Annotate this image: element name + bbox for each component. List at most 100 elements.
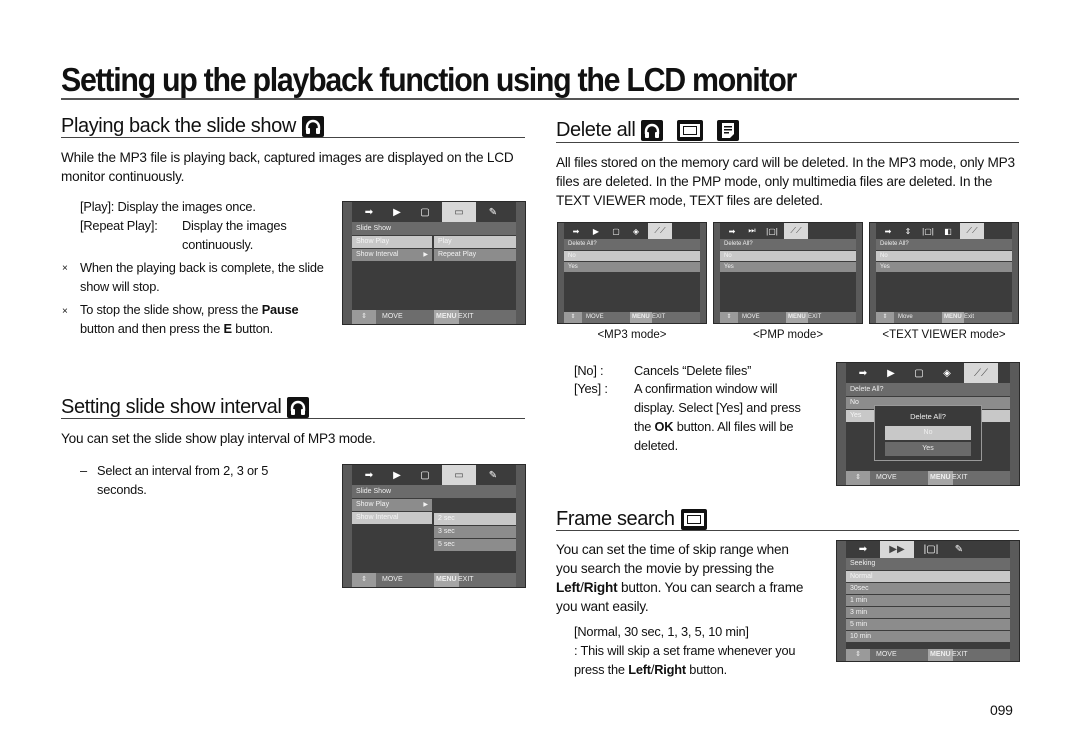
caption-pmp-mode: <PMP mode> — [752, 329, 824, 341]
exit-label: EXIT — [652, 314, 666, 320]
menu-label: MENU — [630, 312, 652, 323]
move-label: MOVE — [586, 314, 604, 320]
play-mode-icon: ▶ — [393, 469, 401, 481]
play-mode-icon: ▶ — [393, 206, 401, 218]
page-title: Setting up the playback function using t… — [61, 61, 797, 98]
no-label: [No] : — [574, 363, 604, 378]
left-button-label: Left — [628, 662, 651, 677]
effect-icon: ◈ — [943, 367, 951, 379]
note-playback-complete: When the playing back is complete, the s… — [80, 260, 324, 294]
lcd-option: 10 min — [846, 631, 1010, 642]
frame-search-intro-2: you search the movie by pressing the — [556, 561, 774, 576]
frame-search-intro-1: You can set the time of skip range when — [556, 542, 789, 557]
lcd-tab-bar: ➡ ⏭ |▢| ⟋⟋ — [720, 223, 856, 239]
move-label: MOVE — [382, 313, 403, 320]
dialog-yes-button[interactable]: Yes — [885, 442, 971, 456]
e-button-label: E — [223, 321, 233, 336]
dialog-no-button[interactable]: No — [885, 426, 971, 440]
lcd-delete-text-viewer: ➡ ⇕ |▢| ◧ ⟋⟋ Delete All? No Yes ⇕ Move M… — [869, 222, 1019, 324]
interval-intro: You can set the slide show play interval… — [61, 431, 376, 446]
slideshow-icon: ▭ — [442, 202, 476, 222]
lcd-menu-item: Show Play ▶ — [352, 499, 432, 511]
lcd-submenu-item: Play — [434, 236, 516, 248]
lcd-option: 3 min — [846, 607, 1010, 618]
delete-all-icon: ⟋⟋ — [960, 223, 984, 239]
exit-label: EXIT — [952, 474, 968, 481]
voice-icon: ◧ — [944, 226, 952, 236]
lcd-option-yes: Yes — [876, 262, 1012, 272]
lcd-menu-item: Show Interval ▶ — [352, 249, 432, 261]
lcd-footer: ⇕ MOVE MENU EXIT — [564, 312, 700, 323]
delete-all-icon: ⟋⟋ — [784, 223, 808, 239]
section-divider — [556, 530, 1019, 531]
menu-label: MENU — [942, 312, 964, 323]
lcd-header: Slide Show — [352, 222, 516, 235]
lcd-option: Normal — [846, 571, 1010, 582]
lcd-option-no: No — [876, 251, 1012, 261]
album-icon: ▢ — [612, 226, 620, 236]
frame-search-desc-2: press the Left/Right button. — [574, 660, 727, 679]
arrow-right-icon: ➡ — [728, 226, 736, 236]
yes-description-2: display. Select [Yes] and press — [634, 400, 801, 415]
play-mode-icon: ▶ — [592, 226, 600, 236]
repeat-label: [Repeat Play]: — [80, 218, 158, 233]
lcd-footer: ⇕ MOVE MENU EXIT — [352, 573, 516, 587]
album-icon: ▢ — [914, 367, 924, 379]
heading-text: Delete all — [556, 119, 636, 141]
dialog-title: Delete All? — [910, 412, 946, 421]
up-down-icon: ⇕ — [352, 573, 376, 587]
lcd-footer: ⇕ MOVE MENU EXIT — [352, 310, 516, 324]
lcd-tab-bar: ➡ ▶ ▢ ▭ ✎ — [352, 202, 516, 222]
lcd-delete-mp3: ➡ ▶ ▢ ◈ ⟋⟋ Delete All? No Yes ⇕ MOVE MEN… — [557, 222, 707, 324]
yes-description-4: deleted. — [634, 438, 678, 453]
section-heading-frame-search: Frame search — [556, 507, 707, 531]
film-icon — [680, 508, 707, 530]
lcd-footer: ⇕ Move MENU Exit — [876, 312, 1012, 323]
menu-label: MENU — [928, 471, 953, 485]
arrow-right-icon: ➡ — [884, 226, 892, 236]
menu-label: MENU — [434, 573, 459, 587]
move-label: MOVE — [876, 474, 897, 481]
exit-label: EXIT — [952, 651, 968, 658]
up-down-icon: ⇕ — [564, 312, 582, 323]
lcd-submenu-item: 5 sec — [434, 539, 516, 551]
title-divider — [61, 98, 1019, 100]
frame-icon: |▢| — [923, 544, 939, 555]
up-down-icon: ⇕ — [846, 649, 870, 661]
play-mode-icon: ▶ — [887, 367, 895, 379]
lcd-delete-confirm: ➡ ▶ ▢ ◈ ⟋⟋ Delete All? No Yes Delete All… — [836, 362, 1020, 486]
film-icon — [677, 119, 704, 141]
menu-label: MENU — [928, 649, 953, 661]
move-label: Move — [898, 314, 913, 320]
section-heading-interval: Setting slide show interval — [61, 395, 310, 419]
interval-bullet: Select an interval from 2, 3 or 5 second… — [97, 463, 269, 497]
note-mark: × — [62, 306, 68, 317]
frame-icon: |▢| — [766, 226, 778, 236]
caption-mp3-mode: <MP3 mode> — [597, 329, 667, 341]
frame-search-intro-4: you want easily. — [556, 599, 649, 614]
effect-icon: ◈ — [632, 226, 640, 236]
repeat-description-cont: continuously. — [182, 237, 254, 252]
right-button-label: Right — [583, 580, 618, 595]
lcd-option-no: No — [564, 251, 700, 261]
lcd-menu-item-label: Show Play — [356, 501, 390, 508]
delete-icon: ✎ — [488, 206, 498, 218]
section-divider — [556, 142, 1019, 143]
section-heading-slideshow: Playing back the slide show — [61, 114, 324, 138]
lcd-header: Slide Show — [352, 485, 516, 498]
yes-description-3: the OK button. All files will be — [634, 417, 794, 436]
lcd-submenu-item: 3 sec — [434, 526, 516, 538]
note-text: button and then press the — [80, 321, 224, 336]
caption-text-viewer-mode: <TEXT VIEWER mode> — [882, 329, 1006, 341]
no-description: Cancels “Delete files” — [634, 363, 752, 378]
slideshow-intro: While the MP3 file is playing back, capt… — [61, 150, 514, 184]
up-down-icon: ⇕ — [846, 471, 870, 485]
arrow-right-icon: ➡ — [858, 544, 868, 555]
move-label: MOVE — [876, 651, 897, 658]
arrow-right-icon: ➡ — [858, 367, 868, 379]
lcd-submenu-item: 2 sec — [434, 513, 516, 525]
lcd-tab-bar: ➡ ⇕ |▢| ◧ ⟋⟋ — [876, 223, 1012, 239]
move-label: MOVE — [742, 314, 760, 320]
lcd-tab-bar: ➡ ▶ ▢ ◈ ⟋⟋ — [846, 363, 1010, 383]
move-label: MOVE — [382, 576, 403, 583]
